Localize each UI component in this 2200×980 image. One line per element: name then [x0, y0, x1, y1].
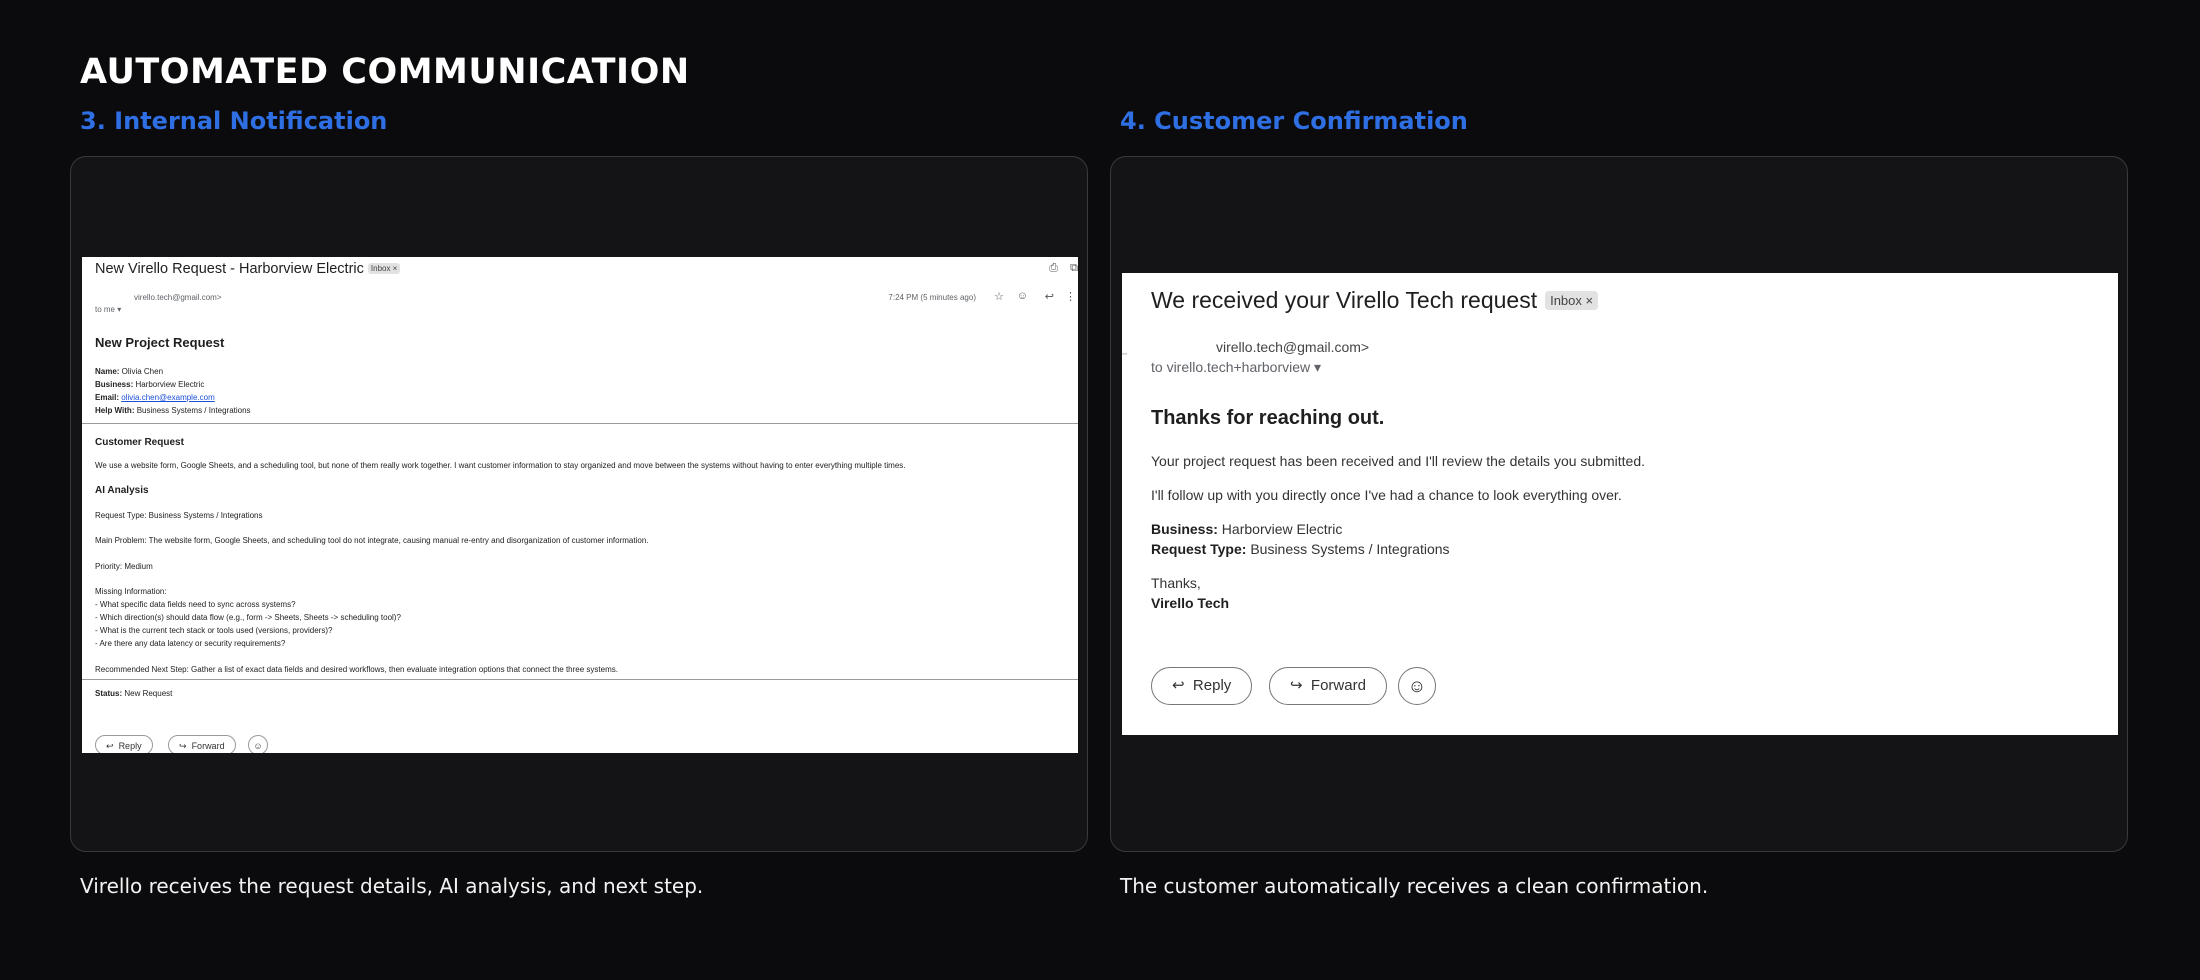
status-line: Status: New Request	[95, 687, 172, 700]
request-type-value: Business Systems / Integrations	[1246, 541, 1450, 557]
customer-request-heading: Customer Request	[95, 437, 184, 448]
caption-customer: The customer automatically receives a cl…	[1120, 874, 1709, 898]
next-step: Recommended Next Step: Gather a list of …	[95, 665, 618, 674]
avatar-fragment-icon: ◦◦	[1122, 351, 1127, 358]
missing-item: - What is the current tech stack or tool…	[95, 626, 333, 635]
section-heading-customer: 4. Customer Confirmation	[1120, 107, 1468, 135]
email-subject-text: New Virello Request - Harborview Electri…	[95, 261, 364, 277]
reply-button-label: Reply	[1192, 677, 1232, 694]
email-link[interactable]: olivia.chen@example.com	[121, 393, 215, 402]
request-type-label: Request Type:	[1151, 541, 1247, 557]
more-options-icon[interactable]: ⋮	[1065, 290, 1076, 303]
field-label: Email:	[95, 393, 120, 402]
request-type: Request Type: Business Systems / Integra…	[95, 511, 263, 520]
recipient-line[interactable]: to virello.tech+harborview ▾	[1151, 359, 1321, 376]
reply-button[interactable]: ↩ Reply	[95, 735, 153, 753]
customer-request-text: We use a website form, Google Sheets, an…	[95, 461, 906, 470]
email-heading: New Project Request	[95, 335, 225, 350]
emoji-icon[interactable]: ☺	[1017, 290, 1028, 302]
inbox-chip[interactable]: Inbox ×	[1545, 291, 1599, 310]
star-icon[interactable]: ☆	[994, 290, 1004, 303]
business-label: Business:	[1151, 521, 1218, 537]
reply-button-label: Reply	[118, 741, 142, 751]
field-value: Olivia Chen	[119, 367, 164, 376]
reply-icon: ↩	[1172, 677, 1185, 694]
print-icon[interactable]: ⎙	[1049, 262, 1058, 275]
ai-analysis-heading: AI Analysis	[95, 485, 149, 496]
field-value: Harborview Electric	[133, 380, 205, 389]
recipient-text: to virello.tech+harborview	[1151, 359, 1311, 375]
emoji-reaction-button[interactable]: ☺	[248, 735, 268, 753]
email-subject: New Virello Request - Harborview Electri…	[95, 261, 401, 277]
emoji-icon: ☺	[253, 741, 263, 751]
section-heading-internal: 3. Internal Notification	[80, 107, 388, 135]
main-problem: Main Problem: The website form, Google S…	[95, 536, 649, 545]
chevron-down-icon[interactable]: ▾	[1314, 359, 1321, 375]
reply-icon: ↩	[106, 741, 114, 751]
reply-icon[interactable]: ↩	[1045, 290, 1054, 303]
email-subject: We received your Virello Tech request Inb…	[1151, 287, 1599, 314]
field-value: Business Systems / Integrations	[134, 406, 251, 415]
caption-internal: Virello receives the request details, AI…	[80, 874, 704, 898]
status-value: New Request	[122, 689, 173, 698]
emoji-icon: ☺	[1407, 676, 1427, 696]
missing-heading: Missing Information:	[95, 587, 167, 596]
forward-icon: ↪	[179, 741, 187, 751]
emoji-reaction-button[interactable]: ☺	[1398, 667, 1436, 705]
sender-address: virello.tech@gmail.com>	[1216, 339, 1370, 355]
missing-item: - What specific data fields need to sync…	[95, 600, 296, 609]
status-label: Status:	[95, 689, 123, 698]
reply-button[interactable]: ↩ Reply	[1151, 667, 1253, 705]
email-heading: Thanks for reaching out.	[1151, 407, 1385, 429]
business-value: Harborview Electric	[1217, 521, 1343, 537]
field-label: Name:	[95, 367, 120, 376]
inbox-chip[interactable]: Inbox ×	[367, 263, 401, 274]
confirmation-line-1: Your project request has been received a…	[1151, 453, 1645, 469]
forward-button-label: Forward	[1310, 677, 1366, 694]
field-email: Email: olivia.chen@example.com	[95, 391, 251, 404]
field-help-with: Help With: Business Systems / Integratio…	[95, 404, 251, 417]
customer-email-screenshot: We received your Virello Tech request Inb…	[1122, 273, 2118, 735]
recipient-line[interactable]: to me ▾	[95, 305, 121, 314]
forward-icon: ↪	[1290, 677, 1303, 694]
sender-address: virello.tech@gmail.com>	[134, 293, 222, 302]
field-label: Help With:	[95, 406, 135, 415]
field-label: Business:	[95, 380, 134, 389]
priority: Priority: Medium	[95, 562, 153, 571]
field-name: Name: Olivia Chen	[95, 365, 251, 378]
signature: Virello Tech	[1151, 595, 1230, 611]
sign-off: Thanks,	[1151, 575, 1201, 591]
missing-item: - Are there any data latency or security…	[95, 639, 286, 648]
missing-item: - Which direction(s) should data flow (e…	[95, 613, 401, 622]
customer-confirmation-panel: We received your Virello Tech request Inb…	[1110, 156, 2128, 852]
forward-button[interactable]: ↪ Forward	[168, 735, 236, 753]
business-line: Business: Harborview Electric	[1151, 521, 1342, 537]
request-fields: Name: Olivia Chen Business: Harborview E…	[95, 365, 251, 417]
divider	[82, 423, 1078, 424]
divider	[82, 679, 1078, 680]
field-business: Business: Harborview Electric	[95, 378, 251, 391]
internal-notification-panel: New Virello Request - Harborview Electri…	[70, 156, 1088, 852]
request-type-line: Request Type: Business Systems / Integra…	[1151, 541, 1450, 557]
email-timestamp: 7:24 PM (5 minutes ago)	[888, 293, 976, 302]
missing-information: Missing Information: - What specific dat…	[95, 585, 401, 650]
open-new-window-icon[interactable]: ⧉	[1070, 262, 1078, 275]
confirmation-line-2: I'll follow up with you directly once I'…	[1151, 487, 1622, 503]
forward-button[interactable]: ↪ Forward	[1269, 667, 1387, 705]
page-title: AUTOMATED COMMUNICATION	[80, 52, 690, 92]
forward-button-label: Forward	[191, 741, 225, 751]
email-subject-text: We received your Virello Tech request	[1151, 287, 1538, 313]
internal-email-screenshot: New Virello Request - Harborview Electri…	[82, 257, 1078, 753]
